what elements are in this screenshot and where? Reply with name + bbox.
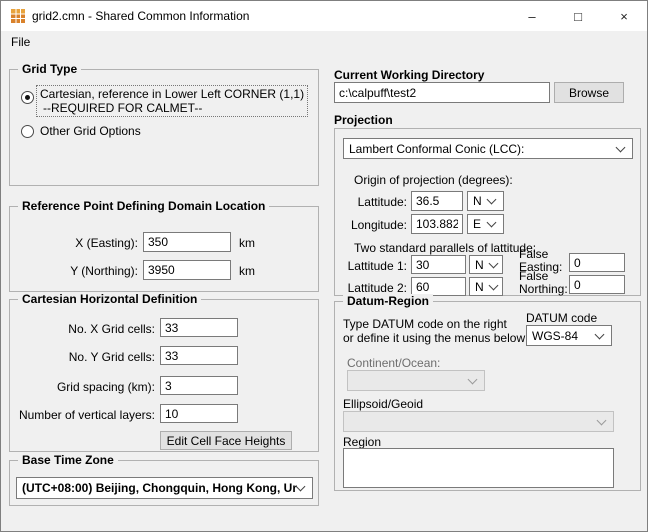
latitude-input[interactable]: [411, 191, 463, 211]
continent-ocean-label: Continent/Ocean:: [347, 356, 440, 370]
false-easting-input[interactable]: [569, 253, 625, 272]
latitude1-dir-value: N: [475, 258, 484, 272]
longitude-dir-value: E: [473, 217, 481, 231]
base-time-zone-title: Base Time Zone: [18, 453, 118, 467]
window-title: grid2.cmn - Shared Common Information: [32, 9, 249, 23]
false-northing-input[interactable]: [569, 275, 625, 294]
datum-region-group: Datum-Region Type DATUM code on the righ…: [334, 301, 641, 491]
grid-type-title: Grid Type: [18, 62, 81, 76]
projection-label: Projection: [334, 113, 393, 127]
close-icon: ×: [620, 9, 628, 24]
x-grid-cells-label: No. X Grid cells:: [10, 322, 155, 336]
cartesian-definition-group: Cartesian Horizontal Definition No. X Gr…: [9, 299, 319, 452]
latitude2-dir-value: N: [475, 280, 484, 294]
cartesian-definition-title: Cartesian Horizontal Definition: [18, 292, 201, 306]
radio-other-grid-label[interactable]: Other Grid Options: [40, 124, 141, 138]
latitude2-dir-combo[interactable]: N: [469, 277, 503, 296]
close-button[interactable]: ×: [601, 1, 647, 31]
chevron-down-icon: [489, 258, 499, 268]
standard-parallels-label: Two standard parallels of lattitude:: [354, 241, 536, 255]
menu-bar: File: [1, 31, 647, 53]
datum-code-combo[interactable]: WGS-84: [526, 325, 612, 346]
latitude1-label: Lattitude 1:: [335, 259, 407, 273]
false-northing-label: False Northing:: [519, 270, 568, 296]
chevron-down-icon: [487, 218, 497, 228]
chevron-down-icon: [468, 374, 478, 384]
radio-cartesian[interactable]: [21, 91, 34, 104]
working-directory-label: Current Working Directory: [334, 68, 484, 82]
minimize-icon: –: [528, 9, 535, 24]
time-zone-value: (UTC+08:00) Beijing, Chongquin, Hong Kon…: [22, 481, 297, 495]
menu-item-file[interactable]: File: [3, 31, 38, 53]
latitude-dir-value: N: [473, 194, 482, 208]
grid-spacing-input[interactable]: [160, 376, 238, 395]
latitude-dir-combo[interactable]: N: [467, 191, 504, 211]
vertical-layers-input[interactable]: [160, 404, 238, 423]
projection-panel: Lambert Conformal Conic (LCC): Origin of…: [334, 128, 641, 296]
chevron-down-icon: [616, 142, 626, 152]
y-northing-input[interactable]: [143, 260, 231, 280]
datum-hint-line2: or define it using the menus below:: [343, 331, 528, 345]
datum-code-label: DATUM code: [526, 311, 597, 325]
latitude1-dir-combo[interactable]: N: [469, 255, 503, 274]
minimize-button[interactable]: –: [509, 1, 555, 31]
continent-ocean-combo: [347, 370, 485, 391]
latitude1-input[interactable]: [411, 255, 466, 274]
reference-point-group: Reference Point Defining Domain Location…: [9, 206, 319, 292]
app-icon: [10, 8, 26, 24]
working-directory-input[interactable]: [334, 82, 550, 103]
main-window: grid2.cmn - Shared Common Information – …: [0, 0, 648, 532]
chevron-down-icon: [489, 280, 499, 290]
y-grid-cells-input[interactable]: [160, 346, 238, 365]
maximize-icon: □: [574, 9, 582, 24]
maximize-button[interactable]: □: [555, 1, 601, 31]
chevron-down-icon: [487, 195, 497, 205]
projection-type-value: Lambert Conformal Conic (LCC):: [349, 142, 524, 156]
window-controls: – □ ×: [509, 1, 647, 31]
chevron-down-icon: [595, 329, 605, 339]
longitude-label: Longitude:: [335, 218, 407, 232]
chevron-down-icon: [597, 415, 607, 425]
ellipsoid-geoid-combo: [343, 411, 614, 432]
datum-region-title: Datum-Region: [343, 294, 433, 308]
radio-cartesian-label[interactable]: Cartesian, reference in Lower Left CORNE…: [37, 86, 307, 116]
radio-other-grid[interactable]: [21, 125, 34, 138]
x-easting-label: X (Easting):: [10, 236, 138, 250]
region-label: Region: [343, 435, 381, 449]
datum-hint-line1: Type DATUM code on the right: [343, 317, 507, 331]
title-bar: grid2.cmn - Shared Common Information – …: [1, 1, 647, 31]
browse-button[interactable]: Browse: [554, 82, 624, 103]
x-easting-input[interactable]: [143, 232, 231, 252]
x-easting-unit: km: [239, 236, 255, 250]
datum-code-value: WGS-84: [532, 329, 578, 343]
ellipsoid-geoid-label: Ellipsoid/Geoid: [343, 397, 423, 411]
radio-cartesian-label-line2: --REQUIRED FOR CALMET--: [40, 101, 304, 115]
longitude-input[interactable]: [411, 214, 463, 234]
latitude2-label: Lattitude 2:: [335, 281, 407, 295]
radio-cartesian-label-line1: Cartesian, reference in Lower Left CORNE…: [40, 87, 304, 101]
y-grid-cells-label: No. Y Grid cells:: [10, 350, 155, 364]
base-time-zone-group: Base Time Zone (UTC+08:00) Beijing, Chon…: [9, 460, 319, 506]
origin-of-projection-label: Origin of projection (degrees):: [354, 173, 513, 187]
longitude-dir-combo[interactable]: E: [467, 214, 504, 234]
region-listbox[interactable]: [343, 448, 614, 488]
y-northing-label: Y (Northing):: [10, 264, 138, 278]
time-zone-combo[interactable]: (UTC+08:00) Beijing, Chongquin, Hong Kon…: [16, 477, 313, 499]
edit-cell-face-heights-button[interactable]: Edit Cell Face Heights: [160, 431, 292, 450]
reference-point-title: Reference Point Defining Domain Location: [18, 199, 269, 213]
x-grid-cells-input[interactable]: [160, 318, 238, 337]
vertical-layers-label: Number of vertical layers:: [10, 408, 155, 422]
y-northing-unit: km: [239, 264, 255, 278]
chevron-down-icon: [296, 482, 306, 492]
grid-type-group: Grid Type Cartesian, reference in Lower …: [9, 69, 319, 186]
latitude-label: Lattitude:: [335, 195, 407, 209]
grid-spacing-label: Grid spacing (km):: [10, 380, 155, 394]
projection-type-combo[interactable]: Lambert Conformal Conic (LCC):: [343, 138, 633, 159]
